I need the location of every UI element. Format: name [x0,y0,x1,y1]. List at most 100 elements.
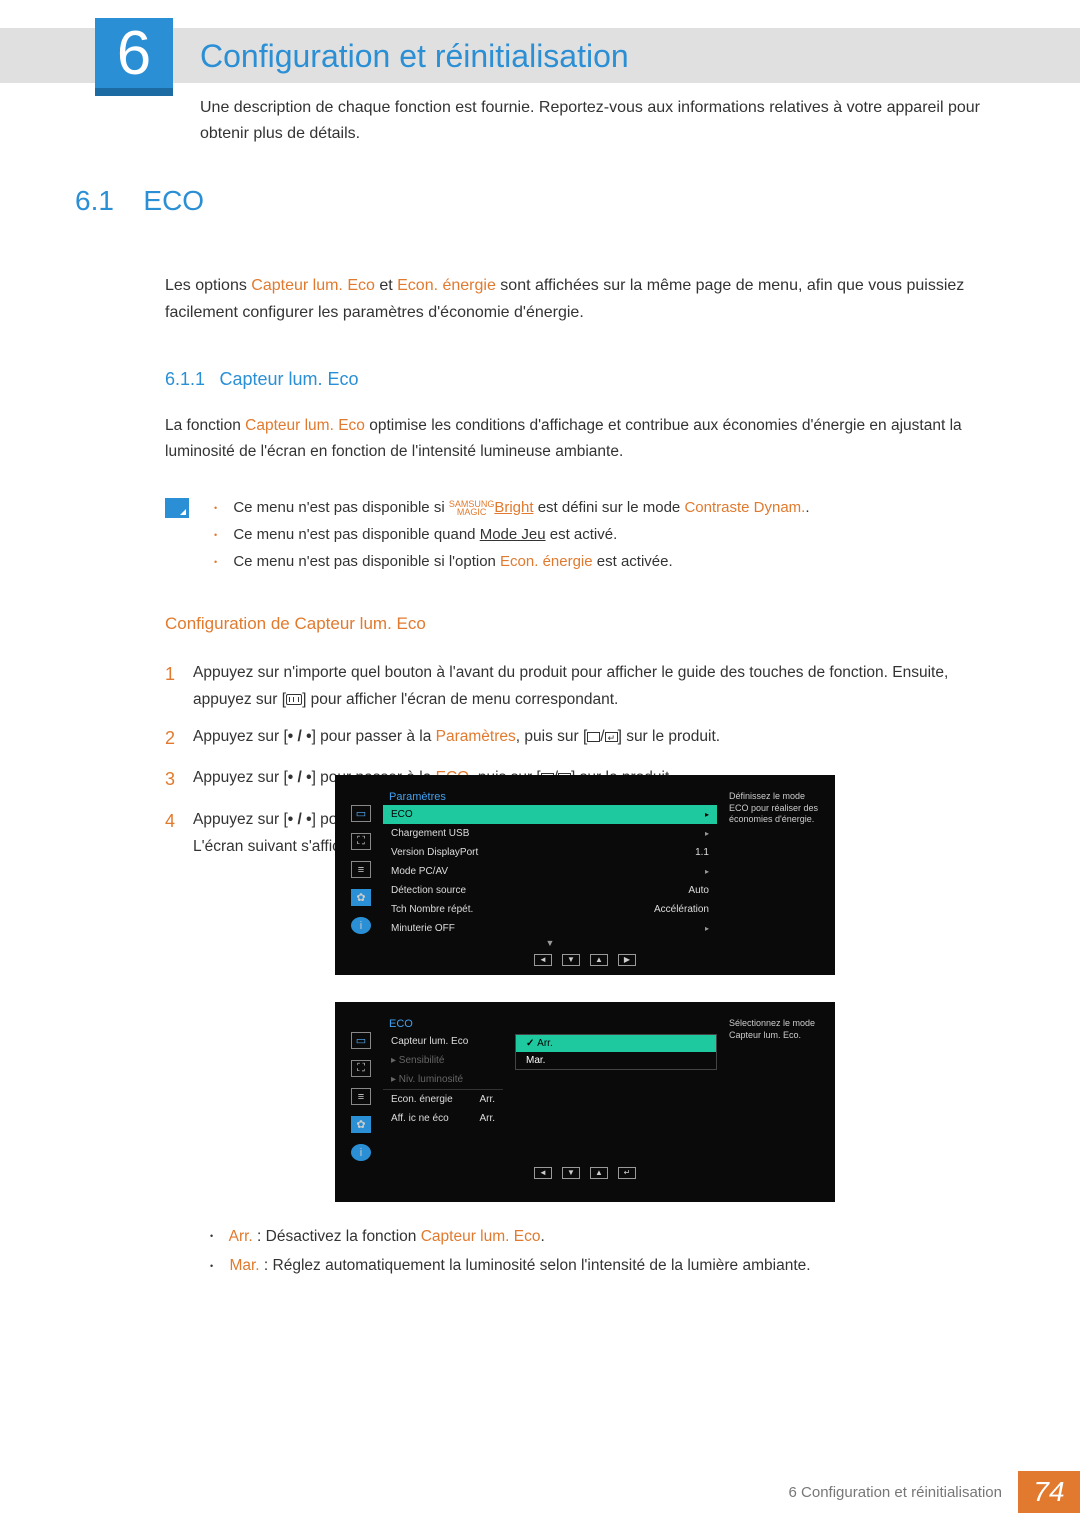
osd-title: Paramètres [383,789,717,805]
info-icon: i [351,917,371,934]
keyword-capteur: Capteur lum. Eco [245,417,365,434]
osd-row-value: 1.1 [695,847,709,858]
step-number: 2 [165,723,193,755]
note-block: Ce menu n'est pas disponible si SAMSUNGM… [165,494,1000,575]
osd-row-label: Chargement USB [391,828,469,839]
osd-row: Capteur lum. Eco [383,1032,503,1051]
osd-icon-column: ▭ ⛶ ≡ ✿ i [351,789,371,948]
osd-row-value: Accélération [654,904,709,915]
return-icon [605,732,618,742]
osd-row-label: Minuterie OFF [391,923,455,934]
osd-row-value [705,866,709,877]
text: Appuyez sur [ [193,811,288,828]
osd-row: ECO [383,805,717,824]
picture-icon: ▭ [351,1032,371,1049]
nav-button-icon: ↵ [618,1167,636,1179]
keyword-econ: Econ. énergie [397,277,496,294]
osd-tip: Sélectionnez le mode Capteur lum. Eco. [729,1016,819,1161]
nav-button-icon: ▼ [562,954,580,966]
gear-icon: ✿ [351,1116,371,1133]
keyword-econ: Econ. énergie [500,553,593,570]
text: Appuyez sur [ [193,728,288,745]
resize-icon: ⛶ [351,1060,371,1077]
text: Les options [165,277,251,294]
text: : Réglez automatiquement la luminosité s… [260,1257,811,1274]
nav-button-icon: ▲ [590,954,608,966]
osd-nav: ◄ ▼ ▲ ▶ [351,954,819,966]
osd-main: Paramètres ECO Chargement USB Version Disp… [383,789,717,948]
text: ] pour passer à la [312,728,436,745]
footer-chapter-label: 6 Configuration et réinitialisation [789,1484,1002,1501]
step-number: 4 [165,806,193,860]
chapter-number-box: 6 [95,18,173,96]
menu-icon [286,694,302,705]
osd-row: ▸ Sensibilité [383,1051,503,1070]
text: Ce menu n'est pas disponible quand [233,526,479,543]
osd-row: Econ. énergieArr. [383,1090,503,1109]
osd-left-column: ECO Capteur lum. Eco▸ Sensibilité▸ Niv. … [383,1016,503,1161]
osd-option: Arr. [516,1035,716,1052]
osd-screenshot-eco: ▭ ⛶ ≡ ✿ i ECO Capteur lum. Eco▸ Sensibil… [335,1002,835,1202]
keyword-bright: Bright [494,499,533,516]
text: et [375,277,397,294]
keyword-mar: Mar. [229,1257,259,1274]
arrows-icon: • / • [288,769,312,786]
text: Ce menu n'est pas disponible si l'option [233,553,500,570]
samsung-magic-icon: SAMSUNGMAGIC [449,500,495,516]
osd-tip: Définissez le mode ECO pour réaliser des… [729,789,819,948]
osd-row: Minuterie OFF [383,919,717,938]
nav-button-icon: ▲ [590,1167,608,1179]
subsection-title: Capteur lum. Eco [220,369,359,389]
text: ] pour afficher l'écran de menu correspo… [302,691,618,708]
bullet-item: Mar. : Réglez automatiquement la luminos… [210,1251,1000,1280]
text: ] sur le produit. [618,728,721,745]
osd-row-label: Mode PC/AV [391,866,448,877]
link-mode-jeu: Mode Jeu [480,526,546,543]
text: Appuyez sur [ [193,769,288,786]
nav-button-icon: ▶ [618,954,636,966]
nav-button-icon: ◄ [534,1167,552,1179]
osd-row: Tch Nombre répét. Accélération [383,900,717,919]
keyword-arr: Arr. [229,1228,253,1245]
osd-row-value [705,809,709,820]
osd-row: Détection sourceAuto [383,881,717,900]
text: , puis sur [ [516,728,588,745]
osd-screenshot-parametres: ▭ ⛶ ≡ ✿ i Paramètres ECO Chargement USB Ve… [335,775,835,975]
keyword-capteur: Capteur lum. Eco [251,277,375,294]
osd-row: ▸ Niv. luminosité [383,1070,503,1089]
keyword-capteur: Capteur lum. Eco [421,1228,541,1245]
osd-row: Chargement USB [383,824,717,843]
gear-icon: ✿ [351,889,371,906]
arrows-icon: • / • [288,811,312,828]
osd-row-label: Version DisplayPort [391,847,478,858]
osd-option: Mar. [516,1052,716,1069]
section-body: Les options Capteur lum. Eco et Econ. én… [165,272,1000,860]
step-item: 1 Appuyez sur n'importe quel bouton à l'… [165,659,1000,713]
text: Ce menu n'est pas disponible si [233,499,449,516]
osd-row-label: ECO [391,809,413,820]
osd-nav: ◄▼▲↵ [351,1167,819,1179]
text: La fonction [165,417,245,434]
step-number: 1 [165,659,193,713]
chapter-title: Configuration et réinitialisation [200,38,629,75]
note-item: Ce menu n'est pas disponible si SAMSUNGM… [214,494,810,521]
section-title: ECO [143,185,204,216]
picture-icon: ▭ [351,805,371,822]
osd-row-value: Auto [688,885,709,896]
osd-row: Version DisplayPort 1.1 [383,843,717,862]
section-61: 6.1 ECO Les options Capteur lum. Eco et … [75,185,1000,870]
subsection-number: 6.1.1 [165,364,205,395]
step-item: 2 Appuyez sur [• / •] pour passer à la P… [165,723,1000,755]
page-number: 74 [1018,1471,1080,1513]
osd-row-label: Tch Nombre répét. [391,904,473,915]
chapter-intro: Une description de chaque fonction est f… [200,95,1000,146]
list-icon: ≡ [351,861,371,878]
list-icon: ≡ [351,1088,371,1105]
osd-options: Arr.Mar. [515,1016,717,1161]
info-icon: i [351,1144,371,1161]
nav-button-icon: ◄ [534,954,552,966]
bullet-item: Arr. : Désactivez la fonction Capteur lu… [210,1222,1000,1251]
note-item: Ce menu n'est pas disponible quand Mode … [214,521,810,548]
text: . [540,1228,544,1245]
note-list: Ce menu n'est pas disponible si SAMSUNGM… [214,494,810,575]
